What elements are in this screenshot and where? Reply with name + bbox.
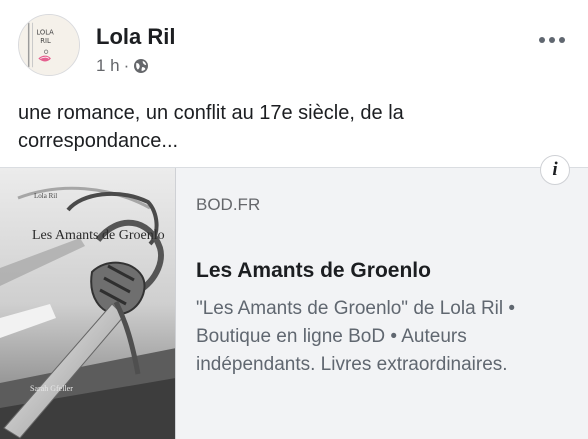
book-title: Les Amants de Groenlo bbox=[32, 228, 165, 243]
link-domain: BOD.FR bbox=[196, 195, 261, 214]
avatar-image: LOLA RIL bbox=[19, 15, 79, 75]
globe-icon bbox=[134, 59, 149, 73]
author-name[interactable]: Lola Ril bbox=[96, 24, 175, 50]
post-time[interactable]: 1 h bbox=[96, 56, 120, 76]
more-dot bbox=[559, 37, 565, 43]
book-author: Lola Ril bbox=[34, 192, 58, 200]
book-publisher: Sarah Gfeller bbox=[30, 384, 73, 393]
facebook-post: LOLA RIL Lola Ril 1 h · une romance, un … bbox=[0, 0, 588, 439]
post-text: une romance, un conflit au 17e siècle, d… bbox=[18, 102, 404, 152]
svg-text:LOLA: LOLA bbox=[36, 28, 54, 36]
link-title[interactable]: Les Amants de Groenlo bbox=[196, 259, 431, 283]
link-thumbnail[interactable]: Lola Ril Les Amants de Groenlo Sarah Gfe… bbox=[0, 168, 176, 439]
more-dot bbox=[539, 37, 545, 43]
info-icon[interactable]: i bbox=[540, 155, 570, 185]
post-meta: 1 h · bbox=[96, 56, 149, 76]
more-options-icon[interactable] bbox=[534, 28, 570, 52]
link-description: "Les Amants de Groenlo" de Lola Ril • Bo… bbox=[196, 298, 516, 375]
book-cover-image bbox=[0, 168, 175, 439]
link-preview-card[interactable]: Lola Ril Les Amants de Groenlo Sarah Gfe… bbox=[0, 167, 588, 439]
link-body[interactable]: BOD.FR Les Amants de Groenlo "Les Amants… bbox=[196, 168, 576, 439]
avatar[interactable]: LOLA RIL bbox=[18, 14, 80, 76]
svg-text:RIL: RIL bbox=[40, 37, 51, 45]
more-dot bbox=[549, 37, 555, 43]
meta-separator: · bbox=[123, 56, 130, 75]
post-header: LOLA RIL Lola Ril 1 h · bbox=[0, 0, 588, 90]
